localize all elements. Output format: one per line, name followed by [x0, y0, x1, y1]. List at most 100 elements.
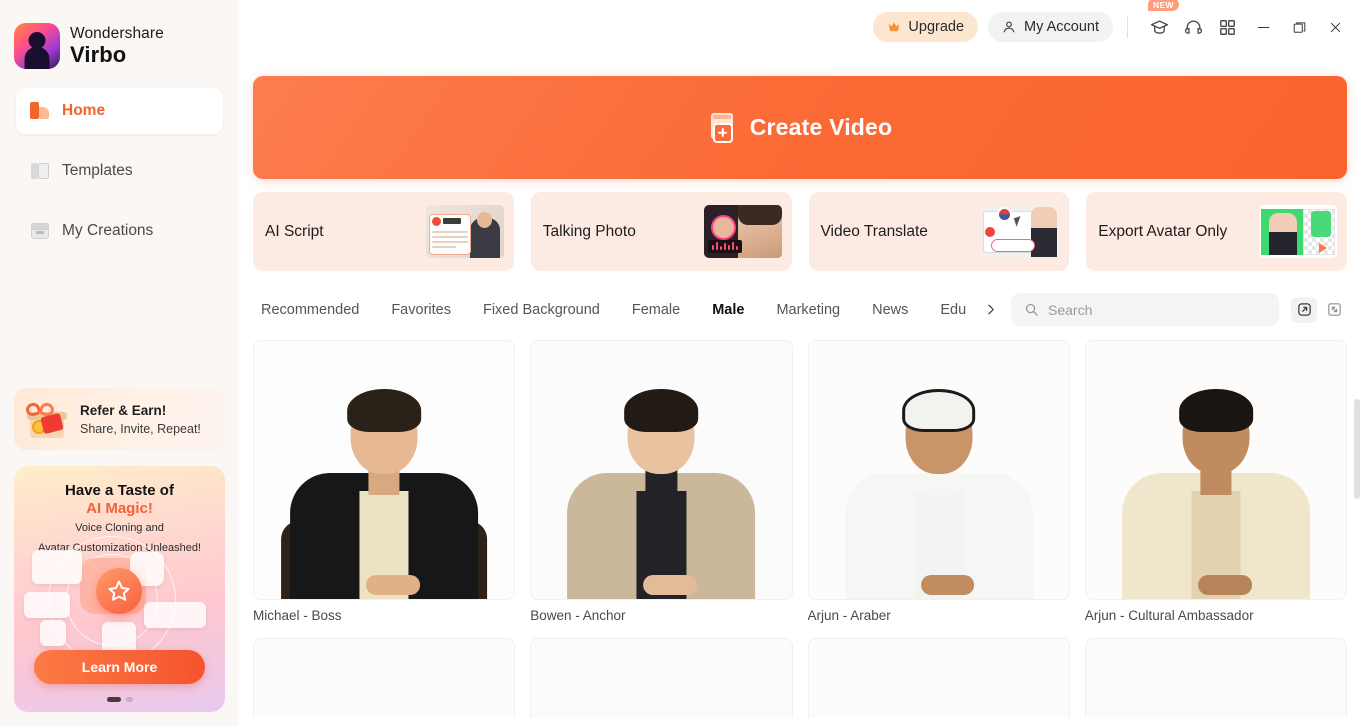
create-video-banner[interactable]: Create Video [253, 76, 1347, 179]
promo-heading-line1: Have a Taste of [65, 482, 174, 499]
avatar-name: Bowen - Anchor [530, 608, 626, 623]
avatar-grid-row-2 [253, 638, 1347, 718]
filter-bar: Recommended Favorites Fixed Background F… [253, 293, 1347, 326]
avatar-thumbnail [807, 638, 1070, 718]
upgrade-button[interactable]: Upgrade [873, 12, 979, 42]
refer-and-earn-card[interactable]: Refer & Earn! Share, Invite, Repeat! [14, 388, 225, 450]
avatar-thumbnail [253, 638, 516, 718]
tab-fixed-background[interactable]: Fixed Background [467, 296, 616, 324]
sidebar-item-my-creations[interactable]: My Creations [16, 208, 223, 254]
avatar-card[interactable] [1084, 638, 1347, 718]
create-video-label: Create Video [749, 114, 893, 140]
promo-body-line1: Voice Cloning and [75, 522, 164, 534]
my-account-label: My Account [1024, 19, 1099, 35]
tab-marketing[interactable]: Marketing [760, 296, 856, 324]
main-area: Upgrade My Account NEW Create Video AI S… [239, 0, 1364, 726]
avatar-card[interactable]: Arjun - Araber [807, 340, 1070, 623]
my-account-button[interactable]: My Account [988, 12, 1113, 42]
refer-subtitle: Share, Invite, Repeat! [80, 421, 201, 436]
titlebar: Upgrade My Account NEW [239, 0, 1364, 54]
video-translate-thumb [981, 205, 1060, 258]
avatar-grid-row-1: Michael - Boss Bowen - Anchor Arjun - Ar… [253, 340, 1347, 623]
feature-card-video-translate[interactable]: Video Translate [808, 192, 1070, 271]
maximize-icon[interactable] [1282, 10, 1316, 44]
user-icon [1002, 20, 1016, 34]
tab-recommended[interactable]: Recommended [253, 296, 375, 324]
brand-company-name: Wondershare [70, 24, 164, 42]
brand: Wondershare Virbo [0, 0, 239, 69]
carousel-dot-1[interactable] [106, 697, 121, 702]
feature-label-export-avatar-only: Export Avatar Only [1098, 222, 1228, 240]
brand-product-name: Virbo [70, 42, 127, 68]
minimize-icon[interactable] [1246, 10, 1280, 44]
crown-icon [887, 21, 901, 33]
avatar-thumbnail [1084, 638, 1347, 718]
talking-photo-thumb [703, 205, 782, 258]
chevron-right-icon[interactable] [979, 295, 1001, 324]
my-creations-icon [30, 221, 50, 241]
feature-label-ai-script: AI Script [265, 222, 324, 240]
search-input[interactable]: Search [1011, 293, 1279, 326]
app-window: Wondershare Virbo Home Templates My Crea… [0, 0, 1364, 726]
feature-label-video-translate: Video Translate [820, 222, 928, 240]
new-badge: NEW [1148, 0, 1179, 11]
export-avatar-thumb [1259, 205, 1337, 258]
close-icon[interactable] [1318, 10, 1352, 44]
search-icon [1025, 303, 1038, 316]
avatar-thumbnail [253, 340, 516, 600]
ai-script-thumb [425, 205, 504, 258]
avatar-thumbnail [1084, 340, 1347, 600]
promo-carousel-dots[interactable] [14, 697, 225, 702]
magic-star-icon [96, 568, 142, 614]
sidebar-item-templates[interactable]: Templates [16, 148, 223, 194]
learn-more-button[interactable]: Learn More [34, 650, 205, 684]
home-icon [30, 101, 50, 121]
tab-education[interactable]: Edu [924, 296, 979, 324]
expand-view-icon[interactable] [1291, 296, 1317, 323]
carousel-dot-2[interactable] [125, 697, 133, 702]
search-placeholder: Search [1048, 301, 1093, 318]
grid-apps-icon[interactable] [1210, 10, 1244, 44]
avatar-name: Arjun - Cultural Ambassador [1084, 608, 1254, 623]
feature-cards-row: AI Script Talking Photo Video Translate … [253, 192, 1347, 271]
feature-card-talking-photo[interactable]: Talking Photo [530, 192, 792, 271]
tab-news[interactable]: News [856, 296, 924, 324]
feature-card-export-avatar-only[interactable]: Export Avatar Only [1086, 192, 1347, 271]
avatar-name: Arjun - Araber [807, 608, 891, 623]
create-video-icon [708, 112, 737, 143]
tab-favorites[interactable]: Favorites [375, 296, 467, 324]
sidebar-item-home[interactable]: Home [16, 88, 223, 134]
avatar-grid-wrapper: Michael - Boss Bowen - Anchor Arjun - Ar… [253, 340, 1347, 718]
refer-title: Refer & Earn! [80, 402, 167, 418]
scrollbar-thumb[interactable] [1354, 399, 1360, 499]
tab-male[interactable]: Male [696, 296, 760, 324]
templates-icon [30, 161, 50, 181]
ai-magic-promo-card[interactable]: Have a Taste of AI Magic! Voice Cloning … [14, 466, 225, 712]
vertical-scrollbar[interactable] [1354, 399, 1360, 726]
virbo-logo-icon [14, 23, 60, 69]
collapse-view-icon[interactable] [1321, 297, 1347, 323]
avatar-card[interactable]: Michael - Boss [253, 340, 516, 623]
view-toggle-group [1291, 296, 1347, 323]
avatar-thumbnail [530, 638, 793, 718]
avatar-card[interactable]: Arjun - Cultural Ambassador [1084, 340, 1347, 623]
graduation-cap-icon[interactable]: NEW [1142, 0, 1179, 44]
tab-female[interactable]: Female [616, 296, 696, 324]
category-tabs: Recommended Favorites Fixed Background F… [253, 296, 979, 324]
feature-card-ai-script[interactable]: AI Script [253, 192, 514, 271]
sidebar-nav: Home Templates My Creations [0, 88, 239, 268]
avatar-card[interactable] [253, 638, 516, 718]
avatar-card[interactable]: Bowen - Anchor [530, 340, 793, 623]
avatar-card[interactable] [807, 638, 1070, 718]
avatar-thumbnail [807, 340, 1070, 600]
headset-icon[interactable] [1176, 10, 1210, 44]
sidebar-item-my-creations-label: My Creations [62, 222, 154, 239]
content-scroll-area: Create Video AI Script Talking Photo Vid… [239, 54, 1364, 726]
promo-heading-line2: AI Magic! [86, 500, 153, 517]
promo-illustration [14, 536, 225, 664]
avatar-name: Michael - Boss [253, 608, 342, 623]
sidebar-item-templates-label: Templates [62, 162, 133, 179]
avatar-card[interactable] [530, 638, 793, 718]
gift-box-icon [22, 396, 74, 442]
sidebar: Wondershare Virbo Home Templates My Crea… [0, 0, 239, 726]
